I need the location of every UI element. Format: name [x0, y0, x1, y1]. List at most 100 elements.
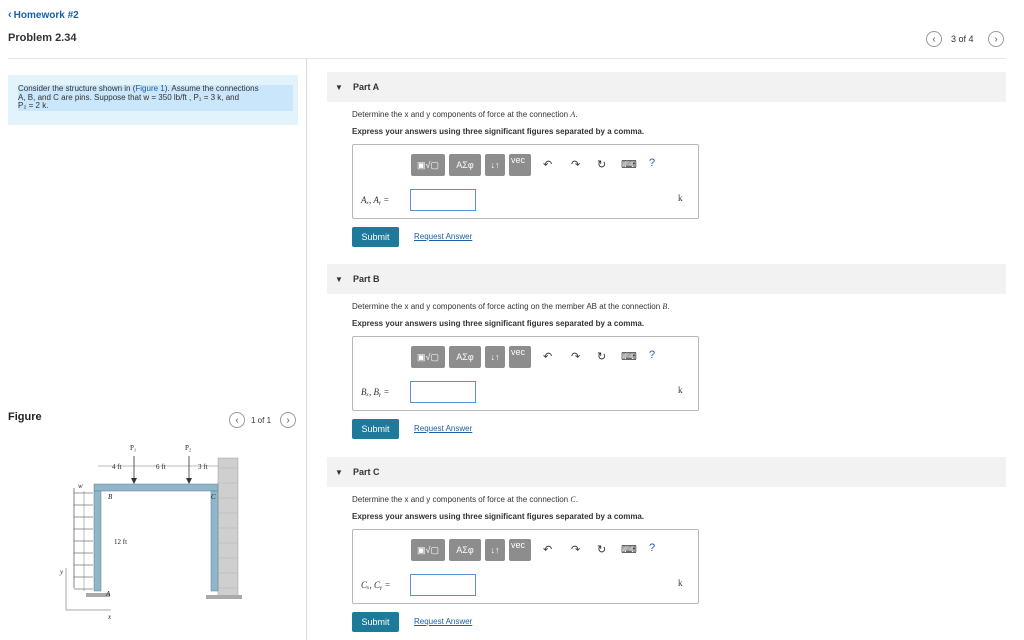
chevron-right-icon: ›: [286, 415, 290, 426]
question-end: .: [575, 110, 578, 119]
help-icon[interactable]: ?: [649, 349, 655, 361]
a-label: A: [105, 590, 111, 598]
caret-down-icon[interactable]: ▼: [335, 468, 343, 477]
part-title: Part A: [353, 82, 380, 92]
structure-figure: P₁ P₂ 4 ft 6 ft 3 ft w B C A 12 ft y x: [59, 444, 242, 621]
distributed-load: [73, 488, 93, 590]
answer-label: Cₓ, Cᵧ =: [361, 580, 391, 590]
question-end: .: [667, 302, 670, 311]
p1-label: P₁: [130, 444, 136, 452]
figure-label: Figure: [8, 411, 42, 423]
vector-button[interactable]: vec: [509, 346, 531, 368]
chevron-right-icon: ›: [994, 34, 998, 45]
greek-symbols-button[interactable]: ΑΣφ: [449, 346, 481, 368]
redo-icon[interactable]: ↷: [571, 350, 580, 363]
undo-icon[interactable]: ↶: [543, 543, 552, 556]
templates-button[interactable]: ▣√▢: [411, 346, 445, 368]
previous-problem-button[interactable]: ‹: [926, 31, 942, 47]
answer-unit: k: [678, 193, 683, 203]
help-icon[interactable]: ?: [649, 542, 655, 554]
next-figure-button[interactable]: ›: [280, 412, 296, 428]
redo-icon[interactable]: ↷: [571, 543, 580, 556]
question-text: Determine the x and y components of forc…: [352, 302, 663, 311]
part-title: Part C: [353, 467, 380, 477]
vector-button[interactable]: vec: [509, 154, 531, 176]
part-header[interactable]: ▼ Part A: [327, 72, 1006, 102]
vector-button[interactable]: vec: [509, 539, 531, 561]
reset-icon[interactable]: ↻: [597, 158, 606, 171]
figure-pager-text: 1 of 1: [251, 416, 272, 425]
part-question: Determine the x and y components of forc…: [352, 302, 670, 311]
undo-icon[interactable]: ↶: [543, 350, 552, 363]
answer-unit: k: [678, 578, 683, 588]
column-divider: [306, 58, 307, 640]
keyboard-icon[interactable]: ⌨: [621, 350, 637, 363]
p2-label: P₂: [185, 444, 192, 452]
previous-figure-button[interactable]: ‹: [229, 412, 245, 428]
problem-title: Problem 2.34: [8, 32, 77, 44]
c-label: C: [211, 493, 216, 501]
greek-symbols-button[interactable]: ΑΣφ: [449, 154, 481, 176]
reset-icon[interactable]: ↻: [597, 543, 606, 556]
answer-input[interactable]: [410, 381, 476, 403]
answer-box: ▣√▢ ΑΣφ ↓↑ vec ↶ ↷ ↻ ⌨ ? Bₓ, Bᵧ = k: [352, 336, 699, 411]
back-to-homework-link[interactable]: ‹ Homework #2: [8, 9, 79, 21]
column-c: [210, 490, 219, 592]
keyboard-icon[interactable]: ⌨: [621, 158, 637, 171]
subscript-superscript-button[interactable]: ↓↑: [485, 539, 505, 561]
header-divider: [8, 58, 1006, 59]
submit-button[interactable]: Submit: [352, 419, 399, 439]
caret-down-icon[interactable]: ▼: [335, 83, 343, 92]
p1-arrowhead: [131, 478, 137, 484]
part-question: Determine the x and y components of forc…: [352, 495, 578, 504]
greek-symbols-button[interactable]: ΑΣφ: [449, 539, 481, 561]
chevron-left-icon: ‹: [932, 34, 936, 45]
part-title: Part B: [353, 274, 380, 284]
part-question: Determine the x and y components of forc…: [352, 110, 577, 119]
templates-button[interactable]: ▣√▢: [411, 154, 445, 176]
problem-statement: Consider the structure shown in (Figure …: [18, 84, 293, 111]
submit-button[interactable]: Submit: [352, 227, 399, 247]
chevron-left-icon: ‹: [235, 415, 239, 426]
request-answer-link[interactable]: Request Answer: [414, 617, 472, 626]
request-answer-link[interactable]: Request Answer: [414, 424, 472, 433]
b-label: B: [108, 493, 113, 501]
answer-input[interactable]: [410, 189, 476, 211]
subscript-superscript-button[interactable]: ↓↑: [485, 346, 505, 368]
help-icon[interactable]: ?: [649, 157, 655, 169]
reset-icon[interactable]: ↻: [597, 350, 606, 363]
answer-unit: k: [678, 385, 683, 395]
part-header[interactable]: ▼ Part C: [327, 457, 1006, 487]
dim-3ft: 3 ft: [198, 463, 208, 471]
next-problem-button[interactable]: ›: [988, 31, 1004, 47]
subscript-superscript-button[interactable]: ↓↑: [485, 154, 505, 176]
p2-arrowhead: [186, 478, 192, 484]
prompt-text-3: A, B, and C are pins. Suppose that w = 3…: [18, 92, 240, 102]
part-instruction: Express your answers using three signifi…: [352, 127, 645, 136]
templates-button[interactable]: ▣√▢: [411, 539, 445, 561]
question-end: .: [575, 495, 578, 504]
answer-input[interactable]: [410, 574, 476, 596]
undo-icon[interactable]: ↶: [543, 158, 552, 171]
problem-pager-text: 3 of 4: [951, 34, 974, 44]
answer-label: Bₓ, Bᵧ =: [361, 387, 390, 397]
part-header[interactable]: ▼ Part B: [327, 264, 1006, 294]
caret-down-icon[interactable]: ▼: [335, 275, 343, 284]
request-answer-link[interactable]: Request Answer: [414, 232, 472, 241]
height-label: 12 ft: [114, 538, 127, 546]
answer-box: ▣√▢ ΑΣφ ↓↑ vec ↶ ↷ ↻ ⌨ ? Aₓ, Aᵧ = k: [352, 144, 699, 219]
dim-6ft: 6 ft: [156, 463, 166, 471]
question-text: Determine the x and y components of forc…: [352, 110, 571, 119]
keyboard-icon[interactable]: ⌨: [621, 543, 637, 556]
dim-4ft: 4 ft: [112, 463, 122, 471]
problem-statement-box: Consider the structure shown in (Figure …: [8, 75, 298, 125]
submit-button[interactable]: Submit: [352, 612, 399, 632]
part-instruction: Express your answers using three signifi…: [352, 512, 645, 521]
column-ab: [93, 490, 102, 592]
beam-bc: [93, 483, 219, 492]
redo-icon[interactable]: ↷: [571, 158, 580, 171]
y-label: y: [59, 568, 64, 576]
question-text: Determine the x and y components of forc…: [352, 495, 571, 504]
prompt-text-4: P₂ = 2 k.: [18, 101, 49, 110]
part-instruction: Express your answers using three signifi…: [352, 319, 645, 328]
